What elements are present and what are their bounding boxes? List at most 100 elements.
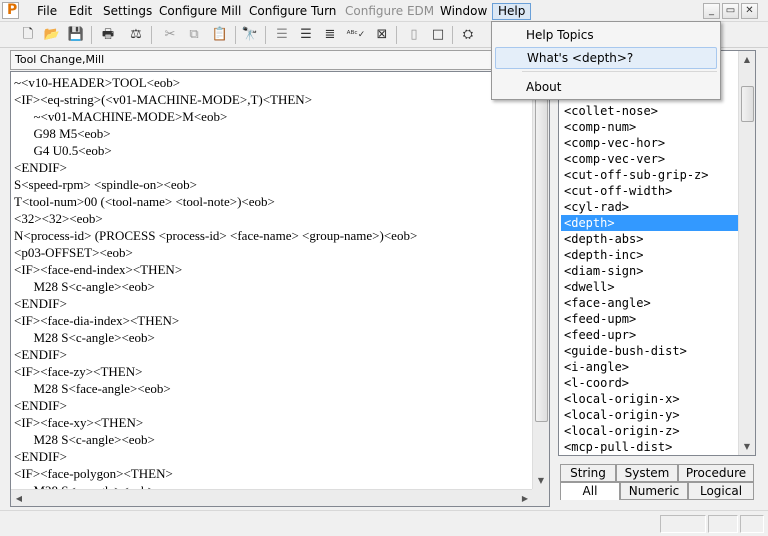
align-left-icon[interactable]: ☰ — [272, 26, 292, 44]
code-lines[interactable]: ~<v10-HEADER>TOOL<eob> <IF><eq-string>(<v… — [14, 74, 534, 499]
variable-list-item[interactable]: <cyl-rad> — [561, 199, 738, 215]
code-line[interactable]: <IF><face-xy><THEN> — [14, 414, 534, 431]
code-line[interactable]: <ENDIF> — [14, 448, 534, 465]
copy-icon[interactable]: ⧉ — [184, 26, 204, 44]
scroll-left-icon[interactable]: ◀ — [11, 490, 27, 506]
print-icon[interactable]: 🖶 — [98, 26, 118, 44]
code-line[interactable]: <p03-OFFSET><eob> — [14, 244, 534, 261]
format-icon[interactable]: ⊠ — [372, 26, 392, 44]
code-line[interactable]: M28 S<c-angle><eob> — [14, 278, 534, 295]
menu-file[interactable]: File — [32, 3, 62, 20]
variable-list-item[interactable]: <face-angle> — [561, 295, 738, 311]
menu-edit[interactable]: Edit — [64, 3, 97, 20]
variable-list-item[interactable]: <l-coord> — [561, 375, 738, 391]
code-line[interactable]: G4 U0.5<eob> — [14, 142, 534, 159]
variable-list-item[interactable]: <depth> — [561, 215, 738, 231]
scroll-down-icon[interactable]: ▼ — [739, 438, 755, 455]
align-justify-icon[interactable]: ☰ — [296, 26, 316, 44]
paste-icon[interactable]: 📋 — [210, 26, 230, 44]
toolbar-separator — [91, 26, 92, 44]
save-icon[interactable]: 💾 — [66, 26, 86, 44]
split-pane-icon[interactable]: ▯ — [404, 26, 424, 44]
variable-list-scrollbar[interactable]: ▲ ▼ — [738, 51, 755, 455]
variable-list-item[interactable]: <local-origin-y> — [561, 407, 738, 423]
tab-string[interactable]: String — [560, 464, 616, 482]
variable-list-item[interactable]: <collet-nose> — [561, 103, 738, 119]
menu-whats-depth[interactable]: What's <depth>? — [495, 47, 717, 69]
editor-vertical-scrollbar[interactable]: ▲ ▼ — [532, 72, 549, 489]
code-line[interactable]: <ENDIF> — [14, 397, 534, 414]
code-line[interactable]: M28 S<c-angle><eob> — [14, 431, 534, 448]
scroll-up-icon[interactable]: ▲ — [739, 51, 755, 68]
menu-window[interactable]: Window — [435, 3, 492, 20]
single-pane-icon[interactable]: □ — [428, 26, 448, 44]
code-line[interactable]: T<tool-num>00 (<tool-name> <tool-note>)<… — [14, 193, 534, 210]
code-line[interactable]: <IF><face-zy><THEN> — [14, 363, 534, 380]
code-line[interactable]: ~<v10-HEADER>TOOL<eob> — [14, 74, 534, 91]
spell-check-icon[interactable]: ᴬᴮᶜ✓ — [346, 26, 366, 44]
variable-list-item[interactable]: <depth-abs> — [561, 231, 738, 247]
variable-list-item[interactable]: <local-origin-z> — [561, 423, 738, 439]
editor-horizontal-scrollbar[interactable]: ◀ ▶ — [11, 489, 533, 506]
tools-icon[interactable]: ⛭ — [458, 26, 478, 44]
code-line[interactable]: <ENDIF> — [14, 295, 534, 312]
cut-icon[interactable]: ✂ — [160, 26, 180, 44]
variable-list-item[interactable]: <comp-num> — [561, 119, 738, 135]
close-button[interactable]: ✕ — [741, 3, 758, 19]
code-line[interactable]: M28 S<face-angle><eob> — [14, 380, 534, 397]
code-line[interactable]: <ENDIF> — [14, 159, 534, 176]
menu-help-topics[interactable]: Help Topics — [495, 24, 717, 46]
binoculars-icon[interactable]: 🔭 — [240, 26, 260, 44]
code-line[interactable]: <IF><face-dia-index><THEN> — [14, 312, 534, 329]
new-file-icon[interactable]: 🗋 — [18, 26, 38, 44]
variable-list-item[interactable]: <dwell> — [561, 279, 738, 295]
code-line[interactable]: <IF><face-polygon><THEN> — [14, 465, 534, 482]
open-folder-icon[interactable]: 📂 — [42, 26, 62, 44]
menu-configure-mill[interactable]: Configure Mill — [154, 3, 246, 20]
variable-list-item[interactable]: <local-origin-x> — [561, 391, 738, 407]
menu-configure-edm: Configure EDM — [345, 4, 435, 18]
menu-settings[interactable]: Settings — [98, 3, 157, 20]
variable-list-item[interactable]: <diam-sign> — [561, 263, 738, 279]
menu-configure-turn[interactable]: Configure Turn — [244, 3, 341, 20]
tab-procedure[interactable]: Procedure — [678, 464, 754, 482]
code-line[interactable]: <IF><face-end-index><THEN> — [14, 261, 534, 278]
scales-icon[interactable]: ⚖ — [126, 26, 146, 44]
scroll-thumb[interactable] — [741, 86, 754, 122]
code-line[interactable]: <IF><eq-string>(<v01-MACHINE-MODE>,T)<TH… — [14, 91, 534, 108]
menu-about[interactable]: About — [495, 76, 717, 98]
variable-list-item[interactable]: <feed-upm> — [561, 311, 738, 327]
toolbar-separator — [452, 26, 453, 44]
code-editor[interactable]: ~<v10-HEADER>TOOL<eob> <IF><eq-string>(<v… — [10, 71, 550, 507]
restore-button[interactable]: ▭ — [722, 3, 739, 19]
list-icon[interactable]: ≣ — [320, 26, 340, 44]
tab-all[interactable]: All — [560, 482, 620, 500]
variable-list-item[interactable]: <cut-off-width> — [561, 183, 738, 199]
variable-list-item[interactable]: <feed-upr> — [561, 327, 738, 343]
app-icon[interactable]: P — [2, 2, 19, 19]
variable-list-item[interactable]: <depth-inc> — [561, 247, 738, 263]
scroll-down-icon[interactable]: ▼ — [533, 472, 549, 489]
menu-help[interactable]: Help — [492, 3, 532, 20]
code-line[interactable]: N<process-id> (PROCESS <process-id> <fac… — [14, 227, 534, 244]
scroll-thumb[interactable] — [535, 92, 548, 422]
variable-list[interactable]: <collet-nose> <comp-num> <comp-vec-hor> <co… — [561, 103, 738, 455]
code-line[interactable]: G98 M5<eob> — [14, 125, 534, 142]
variable-list-item[interactable]: <comp-vec-ver> — [561, 151, 738, 167]
tab-logical[interactable]: Logical — [688, 482, 754, 500]
code-line[interactable]: <32><32><eob> — [14, 210, 534, 227]
scroll-right-icon[interactable]: ▶ — [517, 490, 533, 506]
code-line[interactable]: <ENDIF> — [14, 346, 534, 363]
toolbar-separator — [265, 26, 266, 44]
code-line[interactable]: ~<v01-MACHINE-MODE>M<eob> — [14, 108, 534, 125]
minimize-button[interactable]: _ — [703, 3, 720, 19]
tab-numeric[interactable]: Numeric — [620, 482, 688, 500]
code-line[interactable]: M28 S<c-angle><eob> — [14, 329, 534, 346]
variable-list-item[interactable]: <mcp-pull-dist> — [561, 439, 738, 455]
tab-system[interactable]: System — [616, 464, 678, 482]
variable-list-item[interactable]: <comp-vec-hor> — [561, 135, 738, 151]
variable-list-item[interactable]: <guide-bush-dist> — [561, 343, 738, 359]
variable-list-item[interactable]: <cut-off-sub-grip-z> — [561, 167, 738, 183]
code-line[interactable]: S<speed-rpm> <spindle-on><eob> — [14, 176, 534, 193]
variable-list-item[interactable]: <i-angle> — [561, 359, 738, 375]
